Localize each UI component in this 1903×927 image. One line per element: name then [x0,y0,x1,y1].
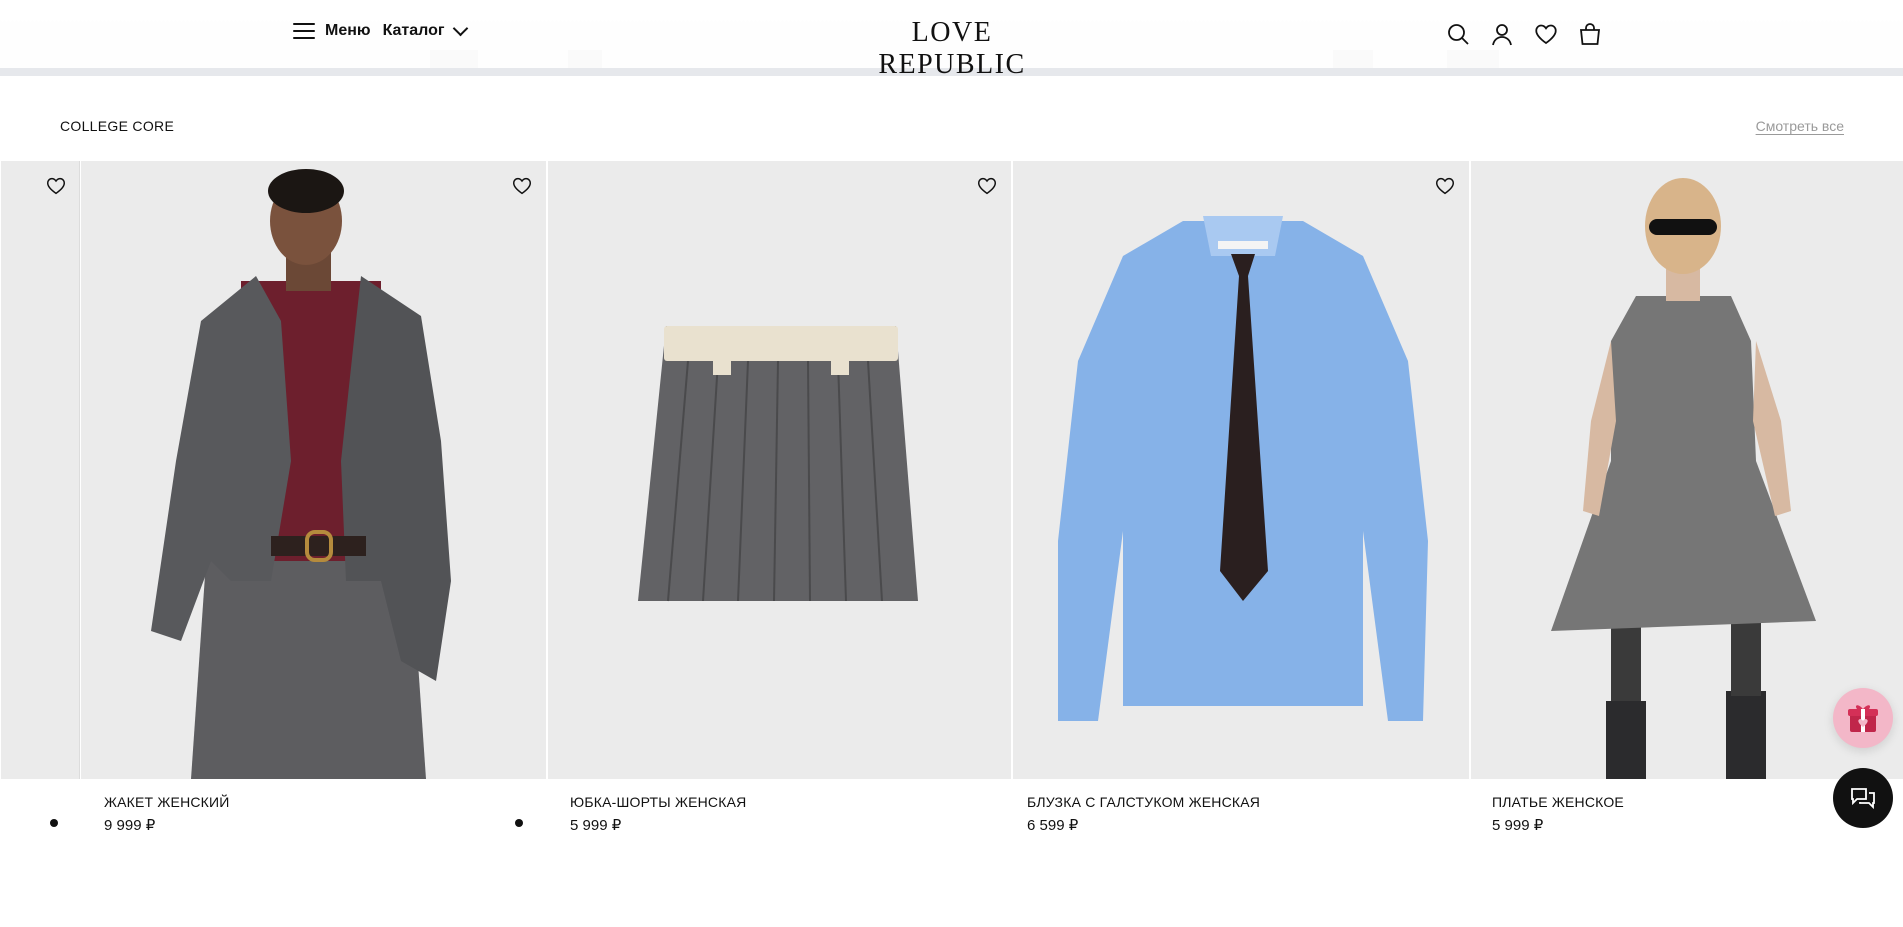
menu-icon[interactable] [293,22,315,40]
header-left: Меню Каталог [293,20,468,40]
catalog-button[interactable]: Каталог [382,20,468,40]
header: Меню Каталог LOVE REPUBLIC [0,0,1903,76]
gift-icon [1848,705,1878,732]
bag-icon[interactable] [1578,22,1602,46]
brand-logo[interactable]: LOVE REPUBLIC [848,17,1056,76]
product-image-skirt [548,161,1011,779]
favorite-heart-icon[interactable] [511,175,533,197]
product-image-blouse [1013,161,1469,779]
product-name[interactable]: ЮБКА-ШОРТЫ ЖЕНСКАЯ [570,794,746,810]
heart-icon[interactable] [1534,22,1558,46]
product-image [1,161,80,779]
product-card[interactable] [548,161,1011,779]
product-price: 5 999 ₽ [1492,817,1544,834]
carousel-dot[interactable] [515,819,523,827]
catalog-label: Каталог [382,22,445,39]
favorite-heart-icon[interactable] [45,175,67,197]
product-name[interactable]: ПЛАТЬЕ ЖЕНСКОЕ [1492,794,1624,810]
carousel-dot[interactable] [50,819,58,827]
menu-button[interactable]: Меню [325,22,371,40]
favorite-heart-icon[interactable] [976,175,998,197]
product-card[interactable] [81,161,546,779]
section-title: COLLEGE CORE [60,118,175,134]
product-image-dress [1471,161,1903,779]
product-card[interactable] [1013,161,1469,779]
product-card[interactable] [1471,161,1903,779]
product-price: 9 999 ₽ [104,817,156,834]
user-icon[interactable] [1490,22,1514,46]
chat-button[interactable] [1833,768,1893,828]
header-actions [1446,22,1602,46]
product-card-partial[interactable] [1,161,80,779]
product-price: 5 999 ₽ [570,817,622,834]
see-all-link[interactable]: Смотреть все [1756,118,1844,134]
search-icon[interactable] [1446,22,1470,46]
gift-button[interactable] [1833,688,1893,748]
product-price: 6 599 ₽ [1027,817,1079,834]
chat-icon [1851,788,1875,810]
favorite-heart-icon[interactable] [1434,175,1456,197]
product-image-jacket [81,161,546,779]
product-name[interactable]: БЛУЗКА С ГАЛСТУКОМ ЖЕНСКАЯ [1027,794,1260,810]
chevron-down-icon [452,20,468,37]
product-name[interactable]: ЖАКЕТ ЖЕНСКИЙ [104,794,230,810]
